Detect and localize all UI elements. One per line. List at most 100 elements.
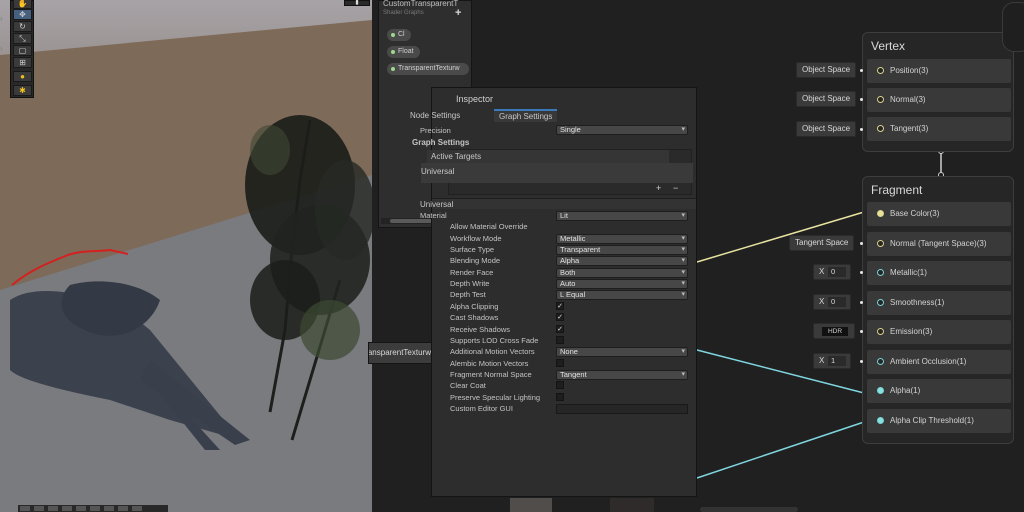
setting-label: Depth Write	[450, 279, 490, 288]
ao-value-input[interactable]: X1	[813, 353, 851, 369]
tangent-space-input[interactable]: Object Space	[796, 121, 857, 137]
position-space-input[interactable]: Object Space	[796, 62, 857, 78]
block-label: Ambient Occlusion(1)	[890, 357, 967, 366]
metallic-value-input[interactable]: X0	[813, 264, 851, 280]
setting-label: Receive Shadows	[450, 325, 511, 334]
input-port-icon[interactable]	[877, 358, 884, 365]
input-port-icon[interactable]	[877, 125, 884, 132]
property-node[interactable]: TransparentTexturw	[368, 342, 432, 364]
graph-corner-widget[interactable]	[1002, 2, 1024, 52]
setting-label: Material	[420, 211, 447, 220]
setting-checkbox[interactable]	[556, 336, 564, 344]
normal-space-input[interactable]: Object Space	[796, 91, 857, 107]
normal-space-input[interactable]: Tangent Space	[789, 235, 855, 251]
setting-label: Supports LOD Cross Fade	[450, 336, 539, 345]
inspector-tabs: Node Settings Graph Settings	[410, 109, 696, 122]
input-port-icon[interactable]	[877, 269, 884, 276]
block-alpha[interactable]: Alpha(1)	[867, 379, 1011, 403]
target-item-label: Universal	[421, 167, 455, 176]
setting-checkbox[interactable]	[556, 381, 564, 389]
block-label: Base Color(3)	[890, 209, 940, 218]
setting-checkbox[interactable]	[556, 393, 564, 401]
target-item[interactable]: Universal	[421, 163, 693, 183]
block-label: Alpha Clip Threshold(1)	[890, 416, 974, 425]
active-targets-header: Active Targets	[427, 150, 669, 163]
smoothness-value-input[interactable]: X0	[813, 294, 851, 310]
input-port-icon[interactable]	[877, 67, 884, 74]
add-property-button[interactable]: +	[455, 7, 461, 19]
block-label: Position(3)	[890, 66, 929, 75]
axis-label: X	[819, 356, 825, 365]
block-normal-tangent[interactable]: Normal (Tangent Space)(3)	[867, 232, 1011, 256]
setting-checkbox[interactable]: ✓	[556, 325, 564, 333]
setting-checkbox[interactable]	[556, 359, 564, 367]
setting-label: Clear Coat	[450, 381, 486, 390]
setting-dropdown[interactable]: Tangent	[556, 370, 688, 380]
setting-label: Additional Motion Vectors	[450, 347, 535, 356]
block-label: Normal (Tangent Space)(3)	[890, 239, 987, 248]
metallic-field[interactable]: 0	[828, 267, 846, 277]
setting-text-field[interactable]	[556, 404, 688, 414]
remove-target-button[interactable]: −	[673, 183, 678, 193]
setting-dropdown[interactable]: Auto	[556, 279, 688, 289]
setting-dropdown[interactable]: Both	[556, 268, 688, 278]
block-label: Emission(3)	[890, 327, 933, 336]
hdr-color-swatch[interactable]: HDR	[822, 327, 848, 336]
block-base-color[interactable]: Base Color(3)	[867, 202, 1011, 226]
block-emission[interactable]: Emission(3)	[867, 320, 1011, 344]
block-ambient-occlusion[interactable]: Ambient Occlusion(1)	[867, 350, 1011, 374]
texture-preview	[610, 498, 654, 512]
block-smoothness[interactable]: Smoothness(1)	[867, 291, 1011, 315]
input-port-icon[interactable]	[877, 299, 884, 306]
setting-label: Preserve Specular Lighting	[450, 393, 541, 402]
setting-checkbox[interactable]: ✓	[556, 302, 564, 310]
smoothness-field[interactable]: 0	[828, 297, 846, 307]
input-port-icon[interactable]	[877, 210, 884, 217]
tab-graph-settings[interactable]: Graph Settings	[494, 109, 558, 122]
block-alpha-clip-threshold[interactable]: Alpha Clip Threshold(1)	[867, 409, 1011, 433]
setting-label: Alembic Motion Vectors	[450, 359, 529, 368]
input-port-icon[interactable]	[877, 417, 884, 424]
input-port-icon[interactable]	[877, 240, 884, 247]
setting-dropdown[interactable]: L Equal	[556, 290, 688, 300]
block-normal[interactable]: Normal(3)	[867, 88, 1011, 112]
fragment-context[interactable]: Fragment Base Color(3) Normal (Tangent S…	[862, 176, 1014, 444]
property-pill[interactable]: TransparentTexturw	[387, 63, 469, 75]
graph-settings-header: Graph Settings	[412, 138, 470, 147]
property-pill[interactable]: Float	[387, 46, 420, 58]
horizontal-scrollbar[interactable]	[700, 507, 798, 512]
setting-dropdown[interactable]: None	[556, 347, 688, 357]
block-metallic[interactable]: Metallic(1)	[867, 261, 1011, 285]
block-position[interactable]: Position(3)	[867, 59, 1011, 83]
wire-alpha-clip	[696, 421, 865, 479]
block-label: Smoothness(1)	[890, 298, 945, 307]
input-port-icon[interactable]	[877, 96, 884, 103]
setting-dropdown[interactable]: Alpha	[556, 256, 688, 266]
connection-dot	[860, 271, 863, 274]
setting-dropdown[interactable]: Lit	[556, 211, 688, 221]
inspector-title: Inspector	[456, 94, 494, 104]
property-pill[interactable]: Cl	[387, 29, 411, 41]
precision-dropdown[interactable]: Single	[556, 125, 688, 135]
input-port-icon[interactable]	[877, 328, 884, 335]
setting-dropdown[interactable]: Transparent	[556, 245, 688, 255]
add-target-button[interactable]: +	[656, 183, 661, 193]
texture-preview	[510, 498, 552, 512]
axis-label: X	[819, 267, 825, 276]
universal-section-header[interactable]: Universal	[420, 198, 696, 209]
emission-color-input[interactable]: HDR	[813, 323, 855, 339]
vertex-context[interactable]: Vertex Position(3) Normal(3) Tangent(3)	[862, 32, 1014, 152]
connection-dot	[860, 69, 863, 72]
block-label: Metallic(1)	[890, 268, 927, 277]
setting-checkbox[interactable]: ✓	[556, 313, 564, 321]
setting-label: Depth Test	[450, 290, 486, 299]
tab-node-settings[interactable]: Node Settings	[410, 109, 460, 122]
block-label: Tangent(3)	[890, 124, 929, 133]
blackboard-subtitle: Shader Graphs	[383, 10, 424, 16]
input-port-icon[interactable]	[877, 387, 884, 394]
ao-field[interactable]: 1	[828, 356, 846, 366]
block-tangent[interactable]: Tangent(3)	[867, 117, 1011, 141]
setting-dropdown[interactable]: Metallic	[556, 234, 688, 244]
setting-label: Blending Mode	[450, 256, 501, 265]
connection-dot	[860, 242, 863, 245]
